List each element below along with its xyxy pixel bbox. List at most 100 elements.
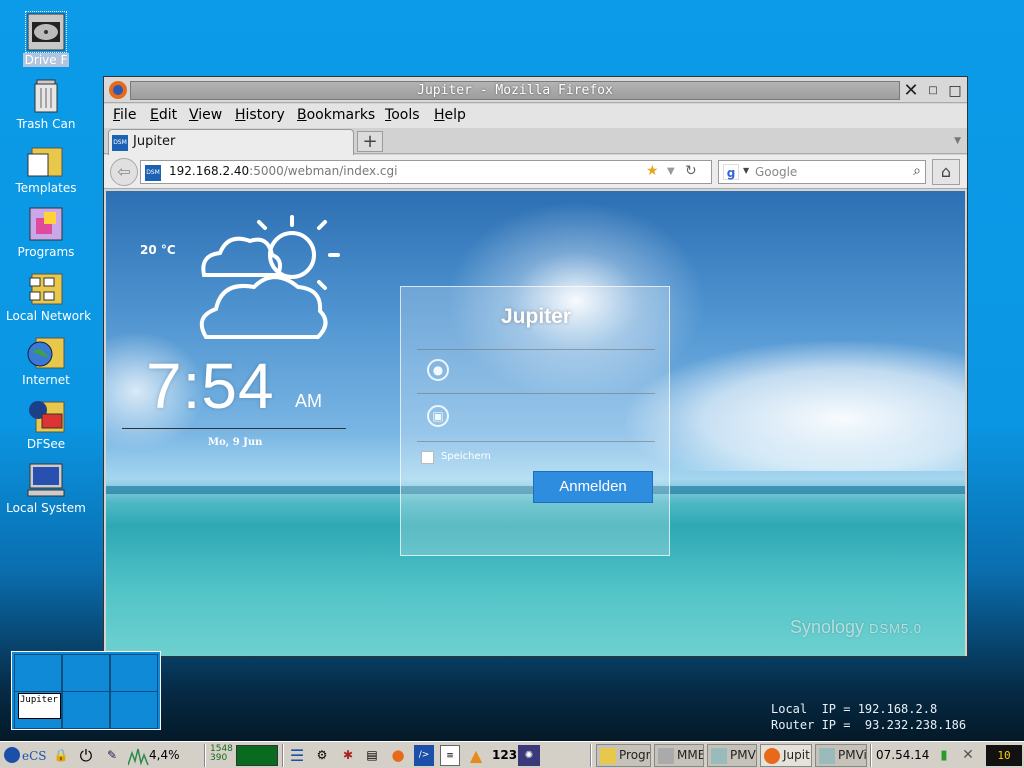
task-button-mme[interactable]: MME [654, 744, 704, 767]
pager-desktop-3[interactable] [110, 654, 158, 692]
memory-meter [236, 745, 278, 766]
ip-info: Local IP = 192.168.2.8 Router IP = 93.23… [771, 702, 967, 732]
login-button[interactable]: Anmelden [533, 471, 653, 503]
folder-globe-icon [27, 337, 65, 369]
menu-bookmarks[interactable]: Bookmarks [297, 107, 375, 123]
pager-desktop-2[interactable] [62, 654, 110, 692]
folder-icon [600, 748, 616, 764]
engine-dropdown-icon[interactable]: ▼ [743, 166, 749, 175]
menu-edit[interactable]: Edit [150, 107, 177, 123]
desktop-icon-label: Drive F [22, 53, 70, 67]
ecs-start-icon[interactable]: eCS [2, 745, 46, 766]
cpu-graph-icon [128, 748, 149, 766]
maximize-icon[interactable]: □ [946, 82, 964, 100]
taskbar-clock[interactable]: 07.54.14 [876, 745, 929, 766]
google-engine-icon[interactable]: g [723, 164, 739, 180]
remember-label: Speichern [441, 451, 491, 462]
desktop-icon-templates[interactable]: Templates [4, 140, 88, 195]
power-icon[interactable]: ⏻ [76, 745, 96, 766]
drive-icon [25, 11, 67, 53]
menu-tools[interactable]: Tools [385, 107, 420, 123]
url-bar[interactable]: DSM 192.168.2.40:5000/webman/index.cgi ★… [140, 160, 712, 184]
desktop-icon-label: DFSee [26, 437, 66, 451]
task-button-pmvi-1[interactable]: PMVi [707, 744, 757, 767]
network-icon[interactable]: ⚙ [312, 745, 332, 766]
lock-screen-icon[interactable]: 🔒 [52, 745, 70, 766]
username-input[interactable] [417, 353, 655, 387]
bookmark-star-icon[interactable]: ★ [646, 163, 659, 179]
search-input[interactable]: Google [755, 165, 797, 179]
desktop-pager[interactable]: Jupiter [11, 651, 161, 730]
dsm-favicon-icon: DSM [145, 165, 161, 181]
vlc-icon[interactable]: ▲ [466, 745, 486, 766]
close-icon[interactable]: ✕ [902, 82, 920, 100]
folder-network-icon [29, 273, 63, 305]
tools-icon[interactable]: ✱ [338, 745, 358, 766]
menu-help[interactable]: Help [434, 107, 466, 123]
search-bar[interactable]: g ▼ Google ⌕ [718, 160, 926, 184]
image-viewer-icon [819, 748, 835, 764]
search-magnifier-icon[interactable]: ⌕ [913, 163, 921, 179]
home-button[interactable]: ⌂ [932, 159, 960, 185]
password-input[interactable] [417, 399, 655, 433]
desktop-icon-drive-f[interactable]: Drive F [4, 11, 88, 67]
navigation-bar: ⇦ DSM 192.168.2.40:5000/webman/index.cgi… [104, 155, 967, 189]
memory-readout: 1548 390 [210, 744, 233, 763]
dfsee-icon [29, 401, 65, 433]
cpu-usage: 4,4% [149, 748, 180, 762]
desktop-icon-label: Local System [6, 501, 86, 515]
desktop-icon-local-network[interactable]: Local Network [4, 268, 91, 323]
desktop-icon-label: Internet [22, 373, 70, 387]
desktop-icon-label: Local Network [6, 309, 92, 323]
close-desktop-icon[interactable]: ✕ [958, 745, 978, 766]
task-button-jupiter[interactable]: Jupit [760, 744, 812, 767]
drive-icon[interactable]: ▤ [362, 745, 382, 766]
pager-desktop-5[interactable] [62, 691, 110, 729]
tab-list-chevron-icon[interactable]: ▼ [954, 136, 961, 146]
firefox-icon [109, 81, 127, 99]
desktop-icon-local-system[interactable]: Local System [4, 460, 88, 515]
screensaver-icon[interactable]: ✺ [518, 745, 540, 766]
remember-checkbox[interactable] [421, 451, 434, 464]
history-dropdown-icon[interactable]: ▼ [667, 166, 675, 177]
window-title: Jupiter - Mozilla Firefox [417, 83, 613, 98]
terminal-icon[interactable]: /> [414, 745, 434, 766]
reload-icon[interactable]: ↻ [685, 163, 697, 179]
new-tab-button[interactable]: + [357, 131, 383, 152]
trash-can-icon [34, 79, 58, 113]
task-button-pmvi-2[interactable]: PMVi [815, 744, 867, 767]
desktop-icon-label: Templates [15, 181, 77, 195]
clock-date: Mo, 9 Jun [208, 437, 263, 448]
media-icon [658, 748, 674, 764]
flashlight-icon[interactable]: ✎ [102, 745, 122, 766]
desktop-icon-label: Trash Can [16, 117, 76, 131]
pager-desktop-1[interactable] [14, 654, 62, 692]
battery-level: 10 [986, 745, 1022, 766]
menu-history[interactable]: History [235, 107, 285, 123]
tab-jupiter[interactable]: DSM Jupiter [108, 129, 354, 155]
clock-time: 7:54 [146, 350, 275, 422]
synology-logo: Synology DSM5.0 [790, 617, 923, 637]
firefox-icon [764, 748, 780, 764]
desktop-icon-internet[interactable]: Internet [4, 332, 88, 387]
clock-ampm: AM [295, 391, 322, 411]
pager-desktop-6[interactable] [110, 691, 158, 729]
firefox-window: Jupiter - Mozilla Firefox ✕ □ □ File Edi… [103, 76, 968, 657]
menu-file[interactable]: File [113, 107, 136, 123]
title-bar[interactable]: Jupiter - Mozilla Firefox ✕ □ □ [104, 77, 967, 103]
text-editor-icon[interactable]: ≡ [440, 745, 460, 766]
firefox-launcher-icon[interactable]: ● [388, 745, 408, 766]
back-button[interactable]: ⇦ [110, 158, 138, 186]
battery-icon: ▮ [940, 748, 948, 763]
desktop-icon-dfsee[interactable]: DFSee [4, 396, 88, 451]
desktop-icon-trash-can[interactable]: Trash Can [4, 76, 88, 131]
desktop-icon-programs[interactable]: Programs [4, 204, 88, 259]
minimize-icon[interactable]: □ [924, 82, 942, 100]
task-button-progr[interactable]: Progr [596, 744, 651, 767]
window-list-icon[interactable]: ☰ [288, 745, 306, 766]
pager-window-jupiter[interactable]: Jupiter [18, 693, 61, 719]
weather-partly-cloudy-icon [199, 215, 340, 339]
calculator-counter[interactable]: 123 [492, 745, 517, 766]
url-text[interactable]: 192.168.2.40:5000/webman/index.cgi [169, 164, 397, 178]
menu-view[interactable]: View [189, 107, 222, 123]
